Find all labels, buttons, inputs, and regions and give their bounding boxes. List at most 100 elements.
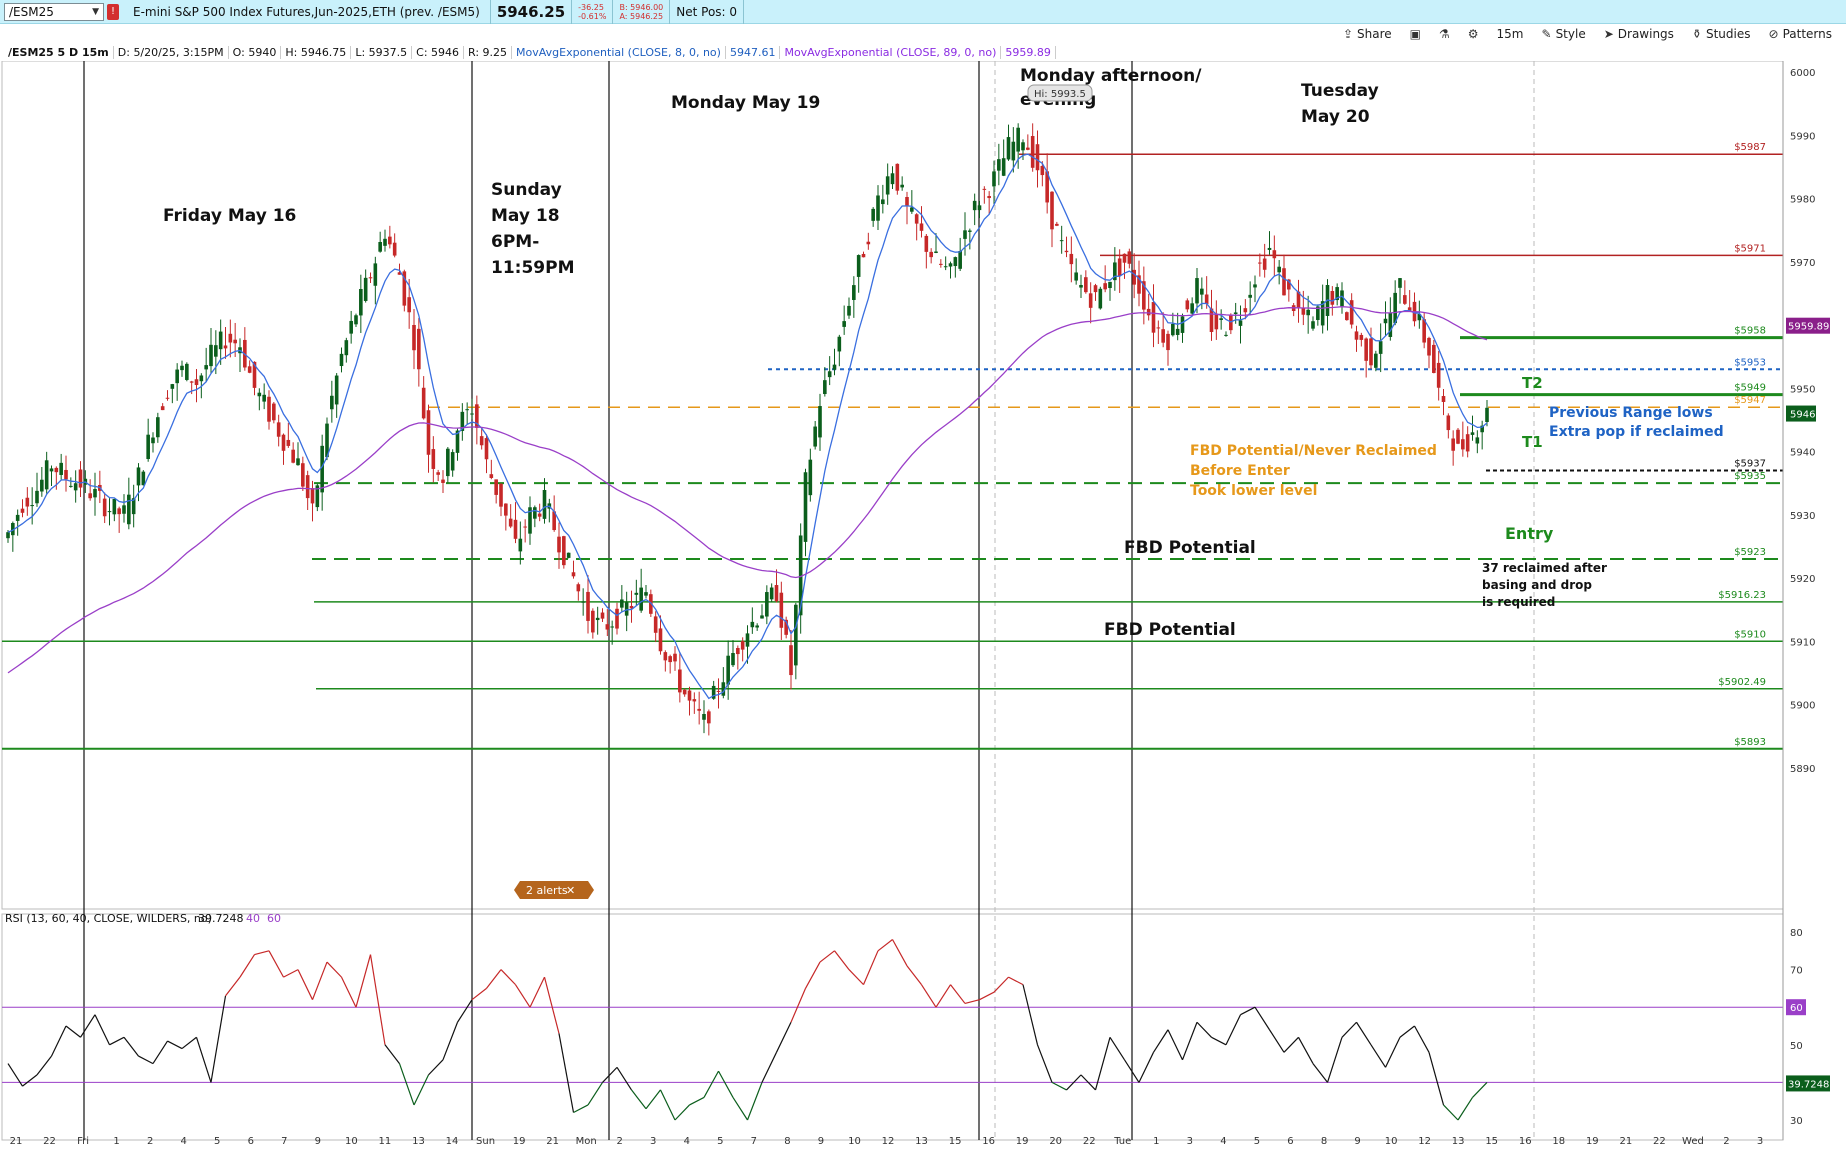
candle-body (291, 449, 295, 463)
candle-body (939, 263, 943, 265)
candle-body (1050, 191, 1054, 230)
candle-body (1238, 320, 1243, 326)
candle-body (1103, 283, 1107, 290)
candle-body (373, 263, 378, 286)
candle-body (750, 621, 755, 628)
rsi-legend-label[interactable]: RSI (13, 60, 40, CLOSE, WILDERS, no) (5, 912, 212, 925)
candle-body (856, 255, 861, 277)
bid-ask-box: B: 5946.00 A: 5946.25 (613, 0, 671, 24)
close-icon[interactable]: ✕ (566, 884, 575, 897)
price-tick: 5970 (1790, 258, 1815, 269)
label-monday: Monday May 19 (671, 93, 820, 113)
drawings-label: Drawings (1617, 27, 1674, 41)
candle-body (1209, 308, 1214, 332)
candle-body (1098, 288, 1103, 309)
candle-body (1330, 291, 1335, 305)
candle-body (421, 387, 426, 419)
net-position: Net Pos: 0 (670, 0, 745, 24)
label-fbd-never-3: Took lower level (1190, 483, 1317, 499)
candle-body (1059, 240, 1064, 242)
time-tick: 3 (650, 1136, 656, 1147)
link-group-button[interactable]: ! (107, 3, 119, 20)
time-tick: 7 (281, 1136, 287, 1147)
candle-body (281, 434, 286, 451)
price-chart[interactable]: $5987 $5971 $5958 $5953 $5949$5947 $5937 $5935… (0, 61, 1846, 1150)
label-monday-pm-1: Monday afternoon/ (1020, 66, 1202, 86)
candle-body (349, 320, 353, 334)
candle-body (924, 235, 929, 252)
study-legend: /ESM25 5 D 15m D: 5/20/25, 3:15PM O: 594… (0, 44, 1846, 61)
lab-button[interactable]: ⚗ (1439, 27, 1450, 41)
time-tick: Wed (1682, 1136, 1704, 1147)
price-tick: 6000 (1790, 68, 1815, 79)
candle-body (112, 498, 117, 515)
candle-body (141, 471, 146, 486)
candle-body (339, 353, 344, 367)
price-tick: 5890 (1790, 764, 1815, 775)
patterns-button[interactable]: ⊘ Patterns (1769, 27, 1833, 41)
candle-body (1151, 302, 1156, 333)
candle-body (368, 277, 373, 279)
style-button[interactable]: ✎ Style (1542, 27, 1586, 41)
rsi-60-text: 60 (1790, 1003, 1803, 1014)
candle-body (146, 434, 150, 459)
candle-body (1190, 303, 1194, 314)
candle-body (919, 223, 924, 231)
candle-body (1069, 253, 1074, 265)
candle-body (1272, 250, 1277, 259)
candle-body (1166, 333, 1170, 351)
candle-body (199, 375, 204, 382)
candle-body (88, 493, 92, 499)
legend-ema8[interactable]: MovAvgExponential (CLOSE, 8, 0, no) (512, 46, 726, 59)
label-sunday-4: 11:59PM (491, 258, 575, 278)
time-tick: Fri (77, 1136, 89, 1147)
candle-body (1378, 341, 1383, 354)
studies-button[interactable]: ⚱ Studies (1692, 27, 1751, 41)
candle-body (513, 519, 518, 539)
rsi-pane-frame (1, 913, 1784, 1141)
chart-toolbar: ⇪ Share ▣ ⚗ ⚙ 15m ✎ Style ➤ Drawings ⚱ Studi… (0, 24, 1846, 44)
chevron-down-icon: ▼ (92, 6, 99, 17)
alerts-badge[interactable]: 2 alerts ✕ (514, 881, 594, 899)
timeframe-button[interactable]: 15m (1497, 27, 1524, 41)
legend-ema89[interactable]: MovAvgExponential (CLOSE, 89, 0, no) (780, 46, 1002, 59)
candle-body (885, 176, 890, 195)
flexible-grid-button[interactable]: ▣ (1410, 27, 1421, 41)
candle-body (117, 508, 121, 515)
label-tuesday-2: May 20 (1301, 107, 1370, 127)
price-tick: 5940 (1790, 448, 1815, 459)
drawings-button[interactable]: ➤ Drawings (1604, 27, 1674, 41)
candle-body (905, 197, 909, 206)
candle-body (1243, 308, 1248, 313)
time-tick: 4 (684, 1136, 690, 1147)
candle-body (1161, 329, 1165, 343)
candle-body (1427, 337, 1431, 356)
candle-body (1074, 272, 1078, 281)
candle-body (852, 285, 856, 300)
candle-body (813, 426, 817, 447)
candle-body (1465, 434, 1470, 452)
candle-body (296, 458, 300, 466)
time-tick: 15 (949, 1136, 962, 1147)
candle-body (484, 438, 489, 460)
candle-body (1403, 295, 1407, 304)
note-line-1: 37 reclaimed after (1482, 561, 1607, 575)
candle-body (1171, 323, 1175, 336)
candle-body (359, 289, 363, 316)
candle-body (576, 584, 581, 592)
candle-body (707, 711, 711, 724)
candle-body (566, 552, 571, 558)
symbol-selector[interactable]: /ESM25 ▼ (4, 2, 104, 21)
time-tick: 3 (1757, 1136, 1763, 1147)
share-button[interactable]: ⇪ Share (1343, 27, 1392, 41)
time-tick: 16 (982, 1136, 995, 1147)
rsi-legend-value: 39.7248 (198, 912, 244, 925)
candle-body (1117, 258, 1122, 276)
candle-body (803, 472, 808, 542)
candle-body (1219, 318, 1223, 320)
time-tick: 19 (1016, 1136, 1029, 1147)
candle-body (441, 479, 445, 483)
settings-button[interactable]: ⚙ (1468, 27, 1479, 41)
candle-body (731, 652, 735, 666)
share-icon: ⇪ (1342, 27, 1354, 41)
